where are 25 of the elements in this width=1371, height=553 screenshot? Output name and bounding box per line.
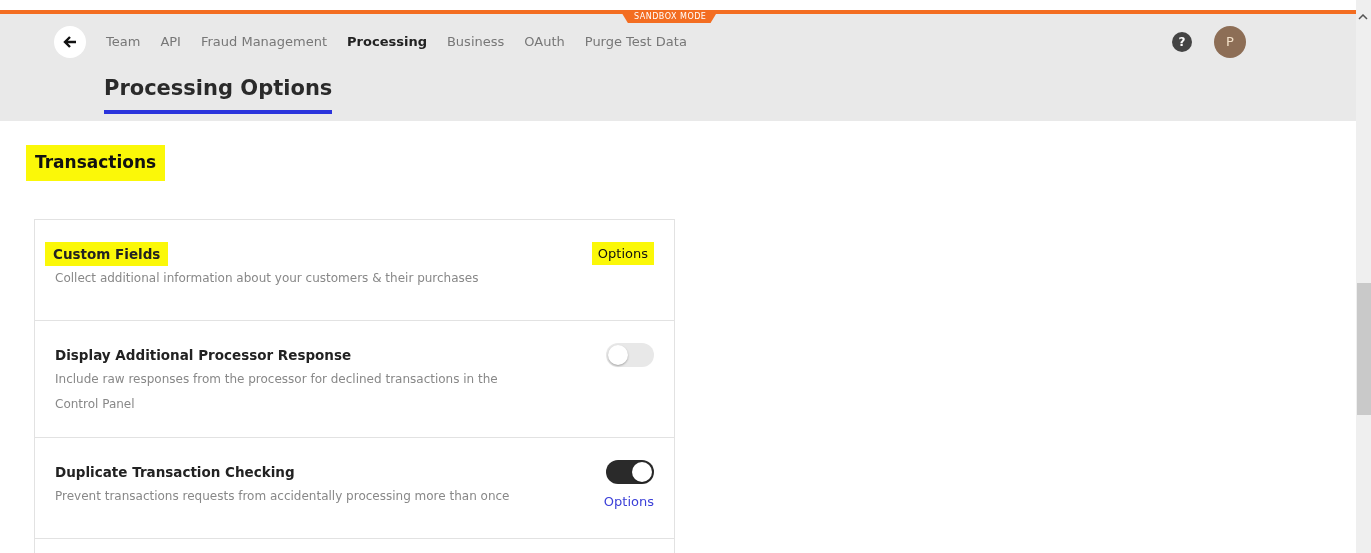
setting-description: Prevent transactions requests from accidentally processing more than once	[55, 488, 510, 505]
page-tab[interactable]: Processing Options	[104, 70, 333, 114]
nav-link[interactable]: Team	[106, 32, 141, 52]
toggle-switch[interactable]	[606, 342, 654, 367]
scrollbar-thumb[interactable]	[1357, 283, 1371, 415]
nav-link[interactable]: Business	[446, 32, 505, 52]
setting-title: Custom Fields	[45, 241, 169, 266]
options-link[interactable]: Options	[603, 489, 654, 514]
back-arrow-icon	[63, 35, 77, 49]
options-link[interactable]: Options	[591, 241, 654, 265]
setting-title: Duplicate Transaction Checking	[55, 462, 295, 482]
back-button[interactable]	[54, 26, 86, 58]
setting-title: Display Additional Processor Response	[55, 345, 352, 365]
nav-link[interactable]: OAuth	[524, 32, 565, 52]
sandbox-mode-badge: SANDBOX MODE	[620, 10, 719, 23]
nav-link[interactable]: API	[160, 32, 181, 52]
section-heading: Transactions	[26, 145, 166, 181]
setting-description: Collect additional information about your customers & their purchases	[55, 269, 479, 287]
nav-link[interactable]: Purge Test Data	[584, 32, 687, 52]
user-avatar[interactable]: P	[1214, 26, 1246, 58]
setting-description: Include raw responses from the processor for declined transactions in the Control Panel	[55, 370, 499, 413]
nav-link[interactable]: Fraud Management	[200, 32, 328, 52]
nav-link[interactable]: Processing	[347, 32, 427, 52]
help-button[interactable]: ?	[1172, 32, 1192, 52]
toggle-switch[interactable]	[606, 459, 654, 484]
